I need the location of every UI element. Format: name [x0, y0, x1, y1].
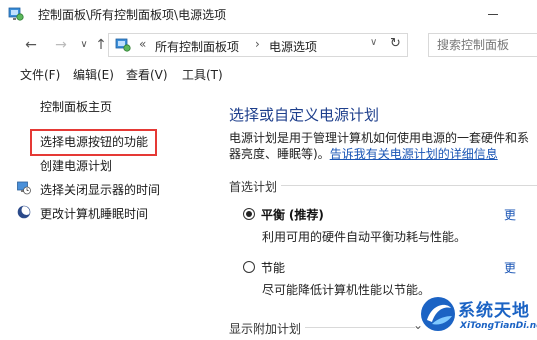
- sidebar-item-create-plan[interactable]: 创建电源计划: [40, 157, 112, 174]
- plan-balanced-label: 平衡: [261, 208, 286, 222]
- menu-file[interactable]: 文件(F): [20, 66, 60, 83]
- plan-balanced-tag: (推荐): [288, 208, 324, 222]
- show-additional-plans[interactable]: 显示附加计划: [229, 320, 301, 337]
- divider: [281, 185, 537, 186]
- plan-balanced-settings-link[interactable]: 更: [504, 206, 516, 223]
- menu-view[interactable]: 查看(V): [126, 66, 168, 83]
- watermark-title: 系统天地: [458, 301, 530, 321]
- control-panel-icon: [115, 38, 131, 52]
- menu-tools[interactable]: 工具(T): [182, 66, 223, 83]
- plan-power-saver-description: 尽可能降低计算机性能以节能。: [262, 283, 431, 297]
- sidebar: 控制面板主页 选择电源按钮的功能 创建电源计划 选择关闭显示器的时间 更改计算机…: [0, 84, 205, 340]
- plan-balanced-radio[interactable]: [243, 208, 255, 220]
- watermark-subtitle: XiTongTianDi.net: [460, 321, 537, 331]
- moon-icon: [17, 205, 31, 219]
- title-bar: 控制面板\所有控制面板项\电源选项: [0, 0, 537, 28]
- forward-button[interactable]: →: [52, 36, 70, 54]
- minimize-button[interactable]: [478, 4, 508, 24]
- monitor-clock-icon: [17, 181, 31, 195]
- menu-edit[interactable]: 编辑(E): [73, 66, 114, 83]
- sidebar-item-sleep-time[interactable]: 更改计算机睡眠时间: [40, 205, 148, 222]
- search-field[interactable]: [428, 33, 537, 57]
- recent-locations-dropdown[interactable]: ∨: [75, 36, 93, 54]
- menu-bar: 文件(F) 编辑(E) 查看(V) 工具(T): [0, 62, 537, 84]
- address-dropdown-icon[interactable]: ∨: [370, 37, 377, 48]
- site-logo-icon: [421, 297, 455, 331]
- page-title: 选择或自定义电源计划: [229, 106, 380, 124]
- divider: [305, 327, 415, 328]
- plan-power-saver-name[interactable]: 节能: [261, 259, 285, 276]
- plan-power-saver-settings-link[interactable]: 更: [504, 259, 516, 276]
- search-input[interactable]: [429, 34, 537, 56]
- breadcrumb-overflow[interactable]: «: [139, 37, 146, 51]
- control-panel-icon: [8, 7, 24, 21]
- refresh-icon[interactable]: ↻: [390, 36, 401, 51]
- breadcrumb-separator[interactable]: ›: [255, 37, 260, 51]
- address-toolbar: ← → ∨ ↑ « 所有控制面板项 › 电源选项 ∨ ↻: [0, 28, 537, 62]
- window-title: 控制面板\所有控制面板项\电源选项: [38, 8, 227, 22]
- minimize-icon: [488, 13, 498, 15]
- watermark-logo: 系统天地 XiTongTianDi.net: [414, 290, 537, 340]
- breadcrumb-power-options[interactable]: 电源选项: [269, 38, 317, 55]
- preferred-plans-heading: 首选计划: [229, 180, 278, 194]
- sidebar-item-display-timeout[interactable]: 选择关闭显示器的时间: [40, 181, 160, 198]
- description-line-2: 器亮度、睡眠等)。: [229, 147, 330, 161]
- breadcrumb-all-items[interactable]: 所有控制面板项: [155, 38, 239, 55]
- plan-balanced-description: 利用可用的硬件自动平衡功耗与性能。: [262, 230, 467, 244]
- plan-power-saver-radio[interactable]: [243, 261, 255, 273]
- back-button[interactable]: ←: [22, 36, 40, 54]
- plan-balanced-name[interactable]: 平衡 (推荐): [261, 206, 324, 223]
- sidebar-home-link[interactable]: 控制面板主页: [40, 98, 112, 115]
- address-bar[interactable]: « 所有控制面板项 › 电源选项 ∨ ↻: [108, 33, 408, 57]
- description-line-1: 电源计划是用于管理计算机如何使用电源的一套硬件和系: [229, 131, 529, 145]
- power-plan-help-link[interactable]: 告诉我有关电源计划的详细信息: [330, 147, 498, 161]
- sidebar-item-power-button[interactable]: 选择电源按钮的功能: [40, 133, 148, 150]
- plan-description: 电源计划是用于管理计算机如何使用电源的一套硬件和系 器亮度、睡眠等)。告诉我有关…: [229, 130, 529, 162]
